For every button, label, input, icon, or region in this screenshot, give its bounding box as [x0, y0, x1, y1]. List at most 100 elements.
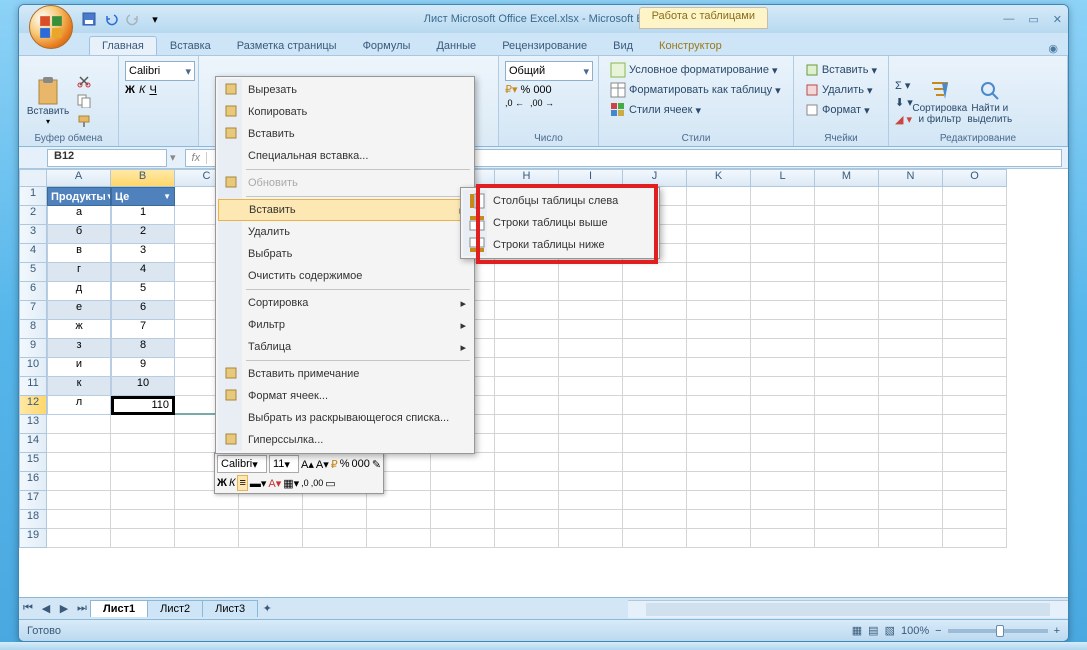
- row-header[interactable]: 9: [19, 339, 47, 358]
- cell[interactable]: [879, 529, 943, 548]
- cell[interactable]: [431, 510, 495, 529]
- view-pagebreak-icon[interactable]: ▧: [885, 624, 895, 637]
- cell[interactable]: [687, 282, 751, 301]
- cell[interactable]: [751, 225, 815, 244]
- mini-percent-icon[interactable]: %: [340, 458, 350, 470]
- cell[interactable]: [47, 453, 111, 472]
- format-cells-button[interactable]: Формат▾: [800, 100, 882, 120]
- cell[interactable]: [431, 453, 495, 472]
- cell[interactable]: [559, 263, 623, 282]
- cell[interactable]: [879, 434, 943, 453]
- cell[interactable]: [367, 510, 431, 529]
- cell[interactable]: [687, 358, 751, 377]
- cell[interactable]: [687, 206, 751, 225]
- context-menu-item[interactable]: Сортировка▸: [218, 292, 472, 314]
- cell[interactable]: [303, 510, 367, 529]
- cell[interactable]: [687, 472, 751, 491]
- cell[interactable]: [815, 491, 879, 510]
- view-layout-icon[interactable]: ▤: [868, 624, 878, 637]
- tab-formulas[interactable]: Формулы: [350, 36, 424, 55]
- cell[interactable]: [495, 282, 559, 301]
- cell[interactable]: [879, 453, 943, 472]
- cell[interactable]: [623, 510, 687, 529]
- cell[interactable]: [815, 377, 879, 396]
- context-menu-item[interactable]: Копировать: [218, 101, 472, 123]
- cell[interactable]: [943, 415, 1007, 434]
- cell[interactable]: [815, 301, 879, 320]
- fx-icon[interactable]: fx: [186, 152, 208, 164]
- cell[interactable]: [175, 510, 239, 529]
- tab-view[interactable]: Вид: [600, 36, 646, 55]
- cell[interactable]: [495, 301, 559, 320]
- table-cell[interactable]: 9: [111, 358, 175, 377]
- cell[interactable]: [559, 510, 623, 529]
- cell[interactable]: [687, 301, 751, 320]
- fill-icon[interactable]: ⬇ ▾: [895, 96, 913, 109]
- cell[interactable]: [943, 225, 1007, 244]
- tab-data[interactable]: Данные: [423, 36, 489, 55]
- cell[interactable]: [751, 434, 815, 453]
- cell[interactable]: [815, 396, 879, 415]
- mini-merge-icon[interactable]: ▭: [325, 477, 335, 490]
- context-menu-item[interactable]: Вставить▸: [218, 199, 472, 221]
- cell[interactable]: [623, 320, 687, 339]
- cell[interactable]: [751, 206, 815, 225]
- cell[interactable]: [943, 339, 1007, 358]
- cell[interactable]: [623, 377, 687, 396]
- cell[interactable]: [559, 358, 623, 377]
- select-all-corner[interactable]: [19, 169, 47, 187]
- cell[interactable]: [623, 263, 687, 282]
- table-cell[interactable]: л: [47, 396, 111, 415]
- cell[interactable]: [559, 396, 623, 415]
- cell[interactable]: [687, 339, 751, 358]
- cell[interactable]: [623, 358, 687, 377]
- col-header[interactable]: I: [559, 169, 623, 187]
- cell[interactable]: [687, 377, 751, 396]
- maximize-button[interactable]: ▭: [1028, 13, 1038, 26]
- table-header[interactable]: Це▼: [111, 187, 175, 206]
- cell[interactable]: [879, 225, 943, 244]
- font-name-combo[interactable]: Calibri▾: [125, 61, 195, 81]
- cell[interactable]: [47, 529, 111, 548]
- row-header[interactable]: 14: [19, 434, 47, 453]
- col-header[interactable]: A: [47, 169, 111, 187]
- mini-border-icon[interactable]: ▦▾: [283, 477, 299, 490]
- cell[interactable]: [495, 510, 559, 529]
- format-painter-icon[interactable]: [75, 112, 93, 130]
- cell[interactable]: [815, 510, 879, 529]
- cell[interactable]: [751, 453, 815, 472]
- cell[interactable]: [559, 491, 623, 510]
- cell[interactable]: [815, 244, 879, 263]
- cell[interactable]: [879, 396, 943, 415]
- col-header[interactable]: K: [687, 169, 751, 187]
- undo-icon[interactable]: [101, 9, 121, 29]
- autosum-icon[interactable]: Σ ▾: [895, 79, 913, 92]
- cell[interactable]: [495, 263, 559, 282]
- insert-cells-button[interactable]: Вставить▾: [800, 60, 882, 80]
- table-cell[interactable]: 5: [111, 282, 175, 301]
- zoom-slider[interactable]: [948, 629, 1048, 633]
- mini-comma-icon[interactable]: 000: [352, 458, 370, 470]
- cell[interactable]: [751, 358, 815, 377]
- cell[interactable]: [943, 263, 1007, 282]
- row-header[interactable]: 19: [19, 529, 47, 548]
- format-as-table-button[interactable]: Форматировать как таблицу▾: [605, 80, 787, 100]
- cell[interactable]: [47, 510, 111, 529]
- context-menu-item[interactable]: Фильтр▸: [218, 314, 472, 336]
- cell[interactable]: [879, 510, 943, 529]
- cell[interactable]: [623, 529, 687, 548]
- redo-icon[interactable]: [123, 9, 143, 29]
- col-header[interactable]: O: [943, 169, 1007, 187]
- cell[interactable]: [751, 510, 815, 529]
- cell[interactable]: [495, 434, 559, 453]
- sort-filter-button[interactable]: Сортировка и фильтр: [917, 60, 963, 144]
- zoom-out-icon[interactable]: −: [935, 625, 941, 637]
- tab-review[interactable]: Рецензирование: [489, 36, 600, 55]
- mini-inc-decimal-icon[interactable]: ,00: [311, 478, 324, 488]
- name-box[interactable]: B12: [47, 149, 167, 167]
- cell[interactable]: [687, 244, 751, 263]
- prev-sheet-icon[interactable]: ◀: [37, 600, 55, 618]
- table-cell[interactable]: а: [47, 206, 111, 225]
- cell[interactable]: [943, 358, 1007, 377]
- cell[interactable]: [815, 453, 879, 472]
